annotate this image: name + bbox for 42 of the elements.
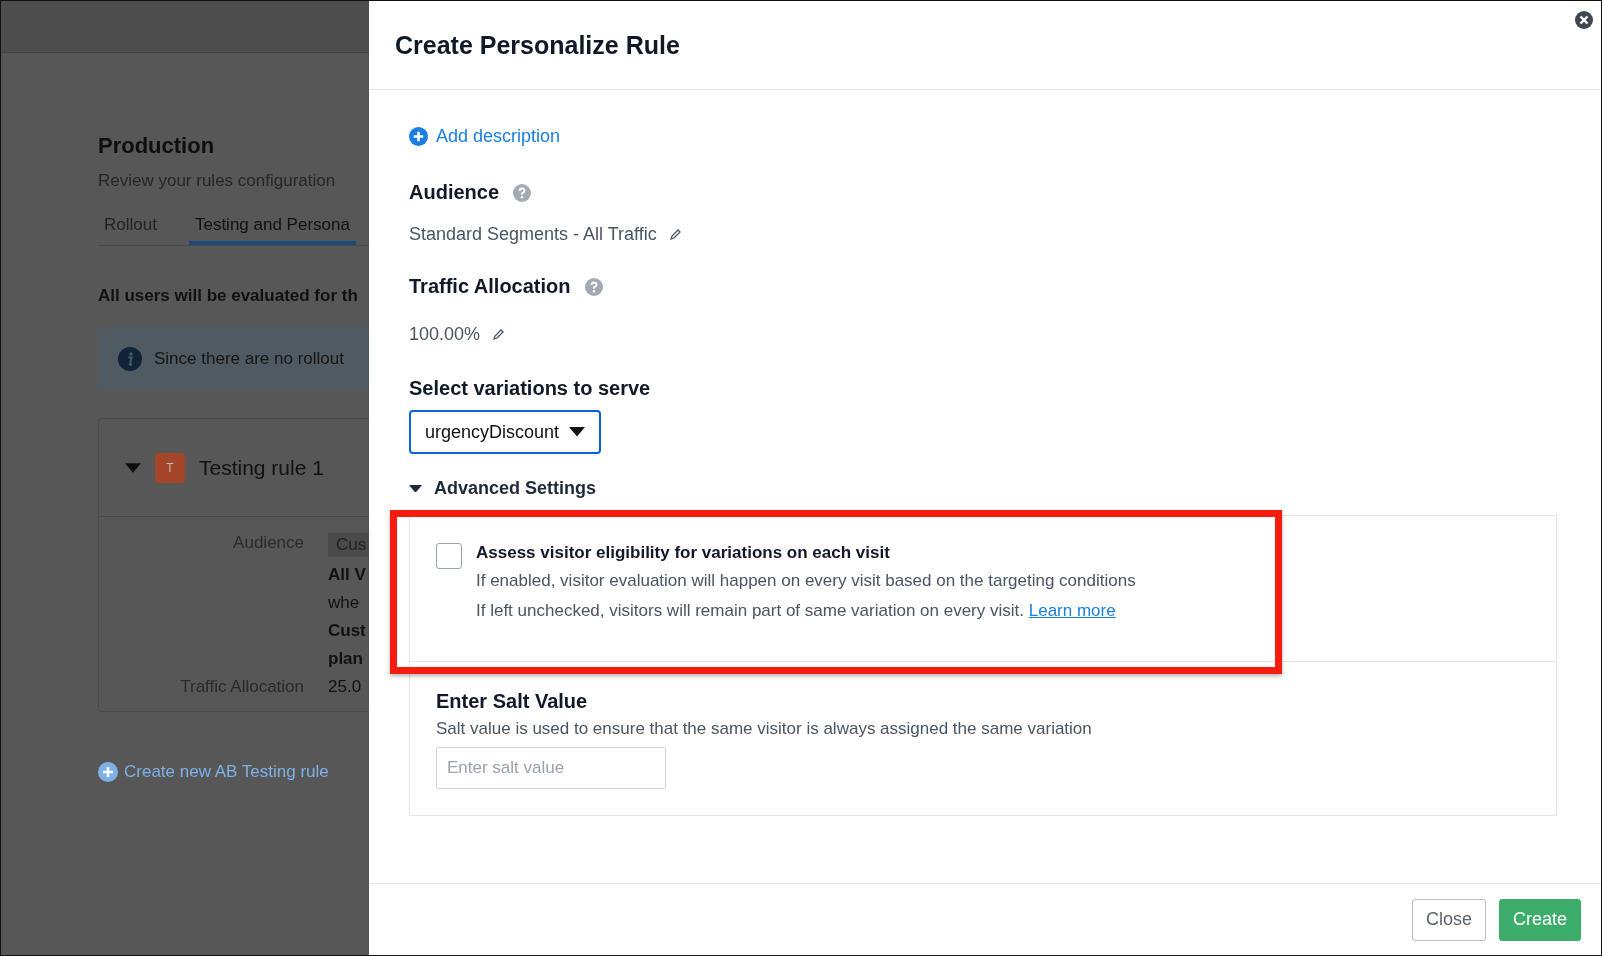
create-button[interactable]: Create — [1498, 898, 1581, 941]
caret-icon[interactable] — [125, 462, 141, 473]
close-button[interactable]: Close — [1411, 898, 1486, 941]
condition-text: plan — [328, 649, 364, 669]
rule-name[interactable]: Testing rule 1 — [199, 455, 324, 480]
help-text: If left unchecked, visitors will remain part of same variation on every visit. Learn more — [476, 599, 1117, 622]
checkbox-label: Assess visitor eligibility for variations on each visit — [476, 543, 891, 563]
help-icon[interactable] — [513, 183, 532, 202]
condition-text: Cust — [328, 621, 367, 641]
salt-input-field[interactable]: Enter salt value — [436, 746, 666, 789]
rule-badge: T — [155, 452, 185, 483]
close-icon[interactable] — [1575, 11, 1593, 29]
traffic-value: 100.00% — [409, 324, 481, 345]
caret-icon — [569, 427, 586, 437]
info-text: Since there are no rollout — [154, 349, 344, 369]
section-heading: Traffic Allocation — [409, 275, 571, 298]
audience-value: All V — [328, 565, 367, 585]
section-heading: Audience — [409, 181, 500, 204]
modal-title: Create Personalize Rule — [395, 30, 680, 60]
audience-value: Standard Segments - All Traffic — [409, 224, 657, 245]
notice-text: All users will be evaluated for th — [98, 286, 359, 306]
traffic-value: 25.0 — [328, 677, 363, 697]
help-icon[interactable] — [584, 277, 603, 296]
page-title: Production — [98, 133, 216, 159]
where-text: whe — [328, 593, 361, 613]
advanced-settings-toggle[interactable]: Advanced Settings — [409, 478, 597, 499]
help-text: If enabled, visitor evaluation will happen on every visit based on the targeting conditions — [476, 570, 1136, 592]
add-description-link[interactable]: Add description — [409, 126, 561, 147]
checkbox[interactable] — [436, 543, 462, 569]
info-icon — [118, 347, 142, 371]
caret-icon — [409, 484, 422, 493]
variation-dropdown[interactable]: urgencyDiscount — [409, 410, 602, 454]
section-heading: Select variations to serve — [409, 377, 651, 400]
pencil-icon[interactable] — [668, 228, 682, 241]
learn-more-link[interactable]: Learn more — [1028, 600, 1116, 620]
pencil-icon[interactable] — [492, 328, 506, 341]
section-heading: Enter Salt Value — [436, 689, 589, 713]
plus-icon — [98, 762, 118, 782]
tab[interactable]: Testing and Persona — [188, 215, 356, 245]
section-description: Salt value is used to ensure that the same visitor is always assigned the same variation — [436, 718, 1093, 739]
create-rule-link[interactable]: Create new AB Testing rule — [98, 762, 369, 782]
plus-icon — [409, 127, 428, 146]
